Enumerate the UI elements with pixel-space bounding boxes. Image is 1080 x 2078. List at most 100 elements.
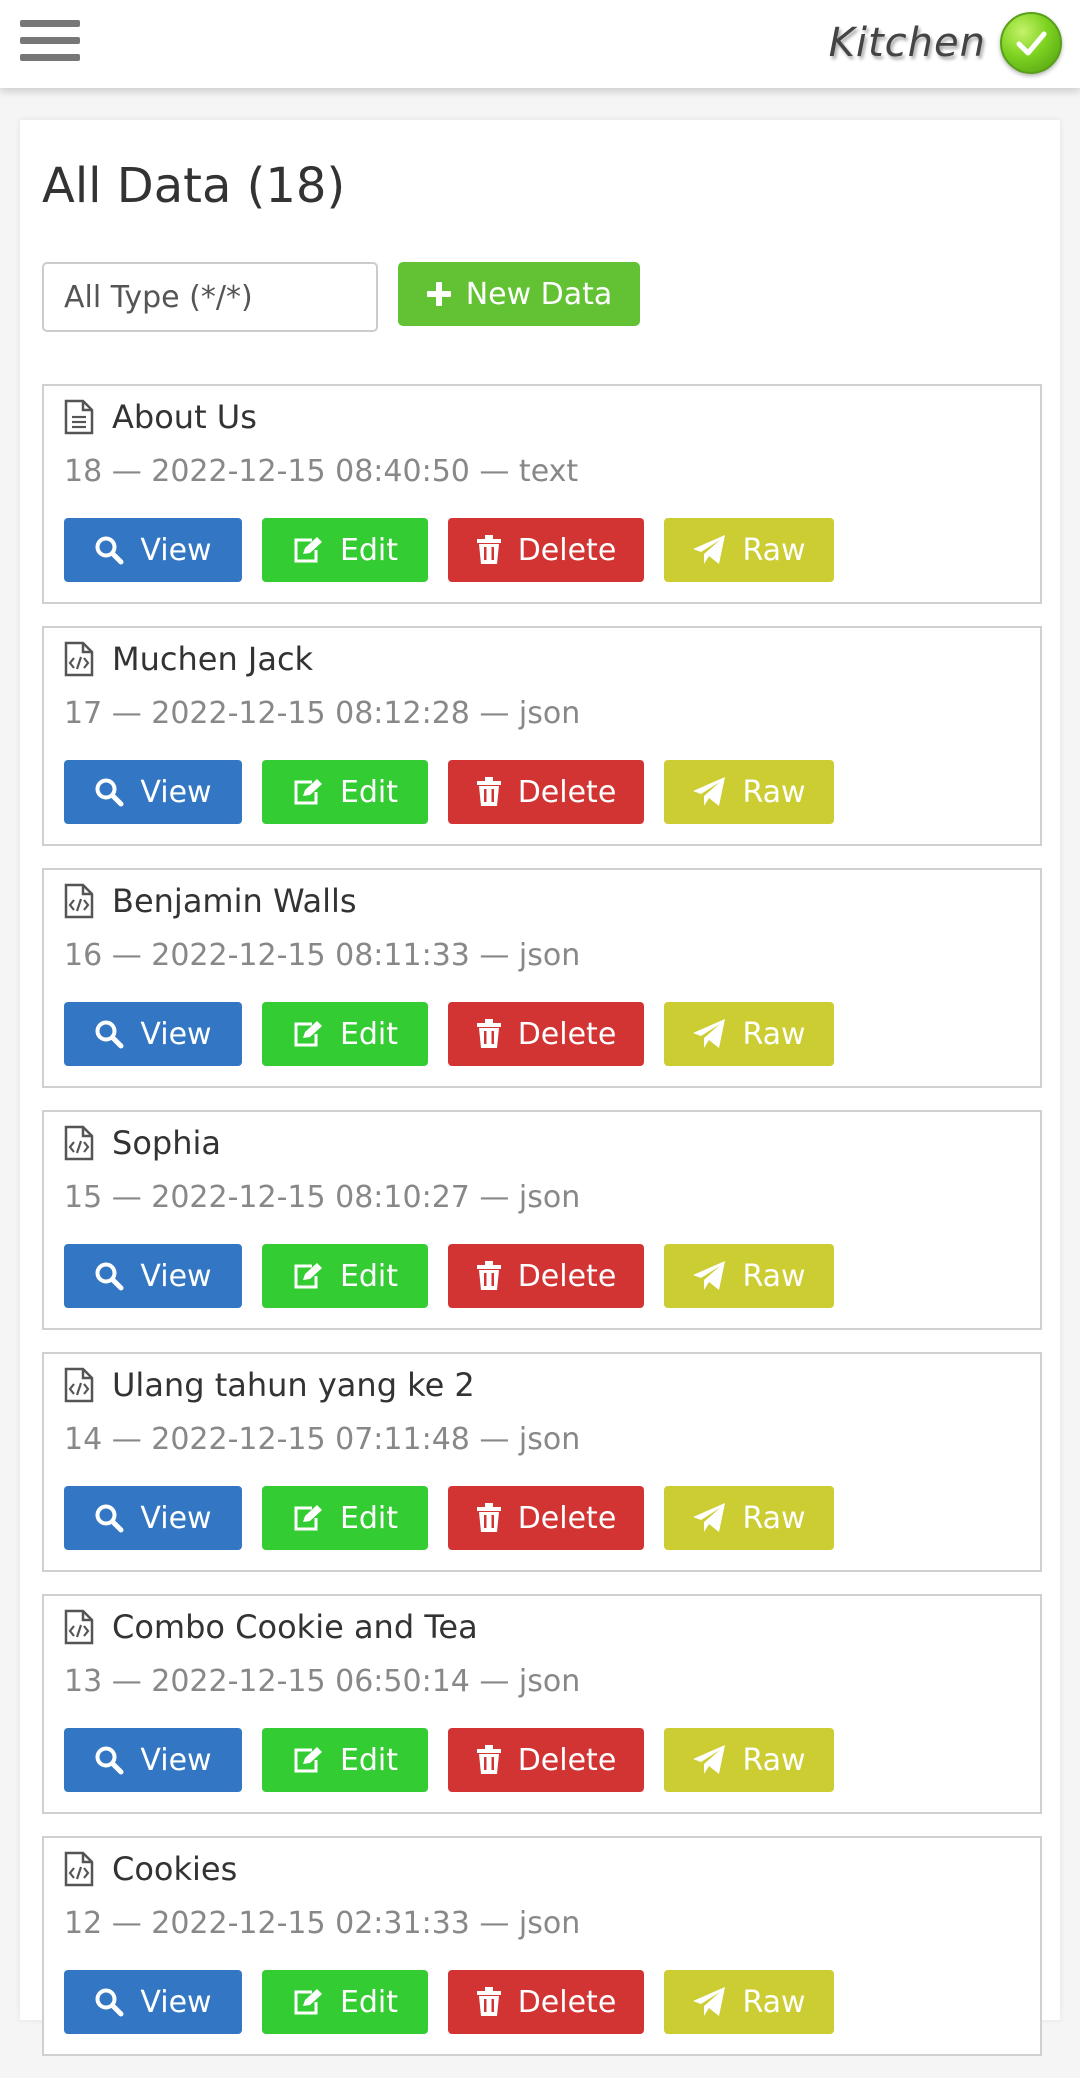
item-meta: 18 — 2022-12-15 08:40:50 — text [64,454,579,489]
paper-plane-icon [693,1019,726,1048]
view-label: View [140,1742,212,1778]
data-item-card: Cookies 12 — 2022-12-15 02:31:33 — json … [42,1836,1042,2056]
trash-icon [476,535,501,564]
paper-plane-icon [693,1261,726,1290]
edit-button[interactable]: Edit [262,1728,428,1792]
delete-button[interactable]: Delete [448,1970,644,2034]
item-meta: 14 — 2022-12-15 07:11:48 — json [64,1422,581,1457]
data-item-card: Benjamin Walls 16 — 2022-12-15 08:11:33 … [42,868,1042,1088]
app-logo[interactable]: Kitchen [829,10,1062,76]
view-button[interactable]: View [64,1728,242,1792]
search-icon [95,1988,124,2017]
raw-label: Raw [742,1258,806,1294]
top-bar: Kitchen [0,0,1080,88]
item-title: Sophia [112,1124,221,1162]
edit-button[interactable]: Edit [262,1486,428,1550]
item-meta: 17 — 2022-12-15 08:12:28 — json [64,696,581,731]
edit-button[interactable]: Edit [262,518,428,582]
item-meta: 12 — 2022-12-15 02:31:33 — json [64,1906,581,1941]
raw-button[interactable]: Raw [664,1970,834,2034]
new-data-label: New Data [465,276,613,312]
item-header: Combo Cookie and Tea [64,1608,478,1646]
item-header: Muchen Jack [64,640,313,678]
search-icon [95,1504,124,1533]
delete-button[interactable]: Delete [448,1002,644,1066]
page-title: All Data (18) [42,158,346,214]
raw-button[interactable]: Raw [664,1244,834,1308]
edit-icon [294,779,322,805]
edit-button[interactable]: Edit [262,1970,428,2034]
item-title: Combo Cookie and Tea [112,1608,478,1646]
item-title: Benjamin Walls [112,882,357,920]
view-label: View [140,774,212,810]
delete-button[interactable]: Delete [448,1728,644,1792]
view-label: View [140,1500,212,1536]
hamburger-menu-icon[interactable] [20,20,80,64]
plus-icon [426,282,451,306]
edit-label: Edit [339,532,399,568]
edit-button[interactable]: Edit [262,1244,428,1308]
raw-label: Raw [742,1500,806,1536]
raw-button[interactable]: Raw [664,1002,834,1066]
edit-label: Edit [339,1016,399,1052]
logo-text: Kitchen [828,20,986,66]
trash-icon [476,1745,501,1774]
view-button[interactable]: View [64,1244,242,1308]
raw-button[interactable]: Raw [664,760,834,824]
trash-icon [476,1019,501,1048]
delete-label: Delete [517,1016,617,1052]
data-item-card: About Us 18 — 2022-12-15 08:40:50 — text… [42,384,1042,604]
edit-icon [294,1989,322,2015]
view-label: View [140,532,212,568]
item-actions: View Edit Delete Raw [64,760,834,824]
raw-button[interactable]: Raw [664,1486,834,1550]
item-meta: 16 — 2022-12-15 08:11:33 — json [64,938,581,973]
edit-icon [294,1263,322,1289]
new-data-button[interactable]: New Data [398,262,640,326]
raw-button[interactable]: Raw [664,1728,834,1792]
view-label: View [140,1016,212,1052]
file-code-icon [64,1851,94,1887]
delete-button[interactable]: Delete [448,1244,644,1308]
file-code-icon [64,883,94,919]
check-circle-icon [1000,12,1062,74]
edit-label: Edit [339,1500,399,1536]
raw-label: Raw [742,774,806,810]
delete-button[interactable]: Delete [448,518,644,582]
file-text-icon [64,399,94,435]
data-item-card: Muchen Jack 17 — 2022-12-15 08:12:28 — j… [42,626,1042,846]
file-code-icon [64,641,94,677]
data-item-card: Sophia 15 — 2022-12-15 08:10:27 — json V… [42,1110,1042,1330]
edit-button[interactable]: Edit [262,760,428,824]
search-icon [95,1020,124,1049]
edit-label: Edit [339,1742,399,1778]
data-item-card: Combo Cookie and Tea 13 — 2022-12-15 06:… [42,1594,1042,1814]
delete-button[interactable]: Delete [448,1486,644,1550]
view-button[interactable]: View [64,1970,242,2034]
item-actions: View Edit Delete Raw [64,1970,834,2034]
edit-button[interactable]: Edit [262,1002,428,1066]
delete-button[interactable]: Delete [448,760,644,824]
item-actions: View Edit Delete Raw [64,1002,834,1066]
file-code-icon [64,1609,94,1645]
item-header: Sophia [64,1124,221,1162]
raw-label: Raw [742,1742,806,1778]
paper-plane-icon [693,535,726,564]
delete-label: Delete [517,1258,617,1294]
edit-icon [294,537,322,563]
item-title: Muchen Jack [112,640,314,678]
edit-icon [294,1505,322,1531]
paper-plane-icon [693,1503,726,1532]
data-list: About Us 18 — 2022-12-15 08:40:50 — text… [42,384,1042,2078]
edit-label: Edit [339,1258,399,1294]
delete-label: Delete [517,532,617,568]
search-icon [95,1262,124,1291]
view-button[interactable]: View [64,1486,242,1550]
type-filter-select[interactable]: All Type (*/*) [42,262,378,332]
view-button[interactable]: View [64,518,242,582]
content-panel: All Data (18) All Type (*/*) New Data Ab… [20,120,1060,2056]
trash-icon [476,1987,501,2016]
view-button[interactable]: View [64,1002,242,1066]
raw-button[interactable]: Raw [664,518,834,582]
view-button[interactable]: View [64,760,242,824]
